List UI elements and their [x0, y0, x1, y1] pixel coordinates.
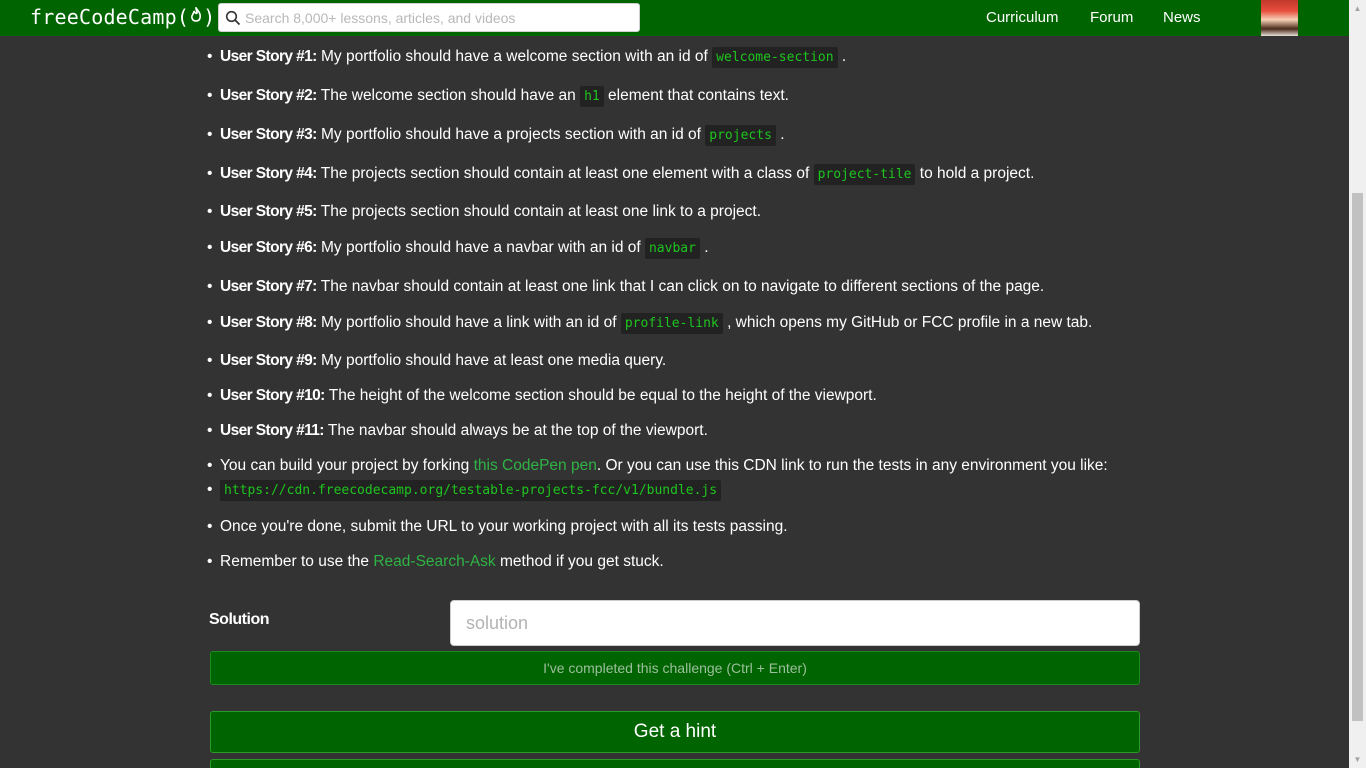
code-snippet: profile-link: [620, 313, 723, 334]
story-label: User Story #8:: [220, 314, 317, 331]
list-item-cdn: https://cdn.freecodecamp.org/testable-pr…: [207, 480, 722, 501]
list-item: User Story #9: My portfolio should have …: [207, 352, 667, 370]
next-button[interactable]: [210, 759, 1140, 768]
codepen-text: You can build your project by forking: [220, 457, 474, 474]
story-label: User Story #5:: [220, 203, 317, 220]
story-text: The welcome section should have an: [316, 87, 581, 104]
story-label: User Story #3:: [220, 126, 317, 143]
story-text: My portfolio should have a projects sect…: [316, 126, 706, 143]
story-text: My portfolio should have at least one me…: [316, 352, 667, 369]
story-label: User Story #1:: [220, 48, 317, 65]
solution-label: Solution: [209, 611, 269, 628]
read-search-ask-link[interactable]: Read-Search-Ask: [373, 553, 495, 570]
story-text: The projects section should contain at l…: [316, 203, 762, 220]
done-text: Once you're done, submit the URL to your…: [220, 518, 788, 535]
nav-link-curriculum[interactable]: Curriculum: [986, 9, 1059, 26]
story-label: User Story #9:: [220, 352, 317, 369]
list-item: User Story #11: The navbar should always…: [207, 422, 708, 440]
top-navbar: freeCodeCamp() Curriculum Forum News: [0, 0, 1349, 36]
nav-link-forum[interactable]: Forum: [1090, 9, 1133, 26]
story-text: The navbar should always be at the top o…: [323, 422, 708, 439]
story-text: The height of the welcome section should…: [324, 387, 877, 404]
list-item: User Story #7: The navbar should contain…: [207, 278, 1045, 296]
cdn-link-code: https://cdn.freecodecamp.org/testable-pr…: [220, 480, 722, 501]
complete-challenge-button[interactable]: I've completed this challenge (Ctrl + En…: [210, 651, 1140, 685]
list-item: User Story #4: The projects section shou…: [207, 164, 1035, 185]
story-text: My portfolio should have a navbar with a…: [316, 239, 645, 256]
get-hint-button[interactable]: Get a hint: [210, 711, 1140, 753]
story-label: User Story #4:: [220, 165, 317, 182]
list-item: User Story #10: The height of the welcom…: [207, 387, 877, 405]
story-text: .: [699, 239, 709, 256]
search-input[interactable]: [245, 9, 635, 26]
list-item: User Story #8: My portfolio should have …: [207, 313, 1093, 334]
story-text: to hold a project.: [915, 165, 1035, 182]
list-item: Remember to use the Read-Search-Ask meth…: [207, 553, 664, 571]
codepen-text: . Or you can use this CDN link to run th…: [596, 457, 1108, 474]
story-label: User Story #7:: [220, 278, 317, 295]
list-item: User Story #5: The projects section shou…: [207, 203, 762, 221]
story-text: , which opens my GitHub or FCC profile i…: [722, 314, 1093, 331]
story-text: .: [775, 126, 785, 143]
scrollbar[interactable]: ▲ ▼: [1349, 0, 1366, 768]
logo-text: freeCodeCamp(: [30, 5, 190, 29]
story-text: My portfolio should have a welcome secti…: [316, 48, 713, 65]
search-icon: [225, 10, 241, 25]
codepen-link[interactable]: this CodePen pen: [474, 457, 597, 474]
avatar[interactable]: [1261, 0, 1298, 36]
story-text: The navbar should contain at least one l…: [316, 278, 1045, 295]
story-text: .: [837, 48, 847, 65]
list-item: User Story #2: The welcome section shoul…: [207, 86, 789, 107]
freecodecamp-logo[interactable]: freeCodeCamp(): [30, 5, 215, 29]
story-label: User Story #6:: [220, 239, 317, 256]
scroll-down-icon[interactable]: ▼: [1349, 751, 1366, 768]
rsa-text: Remember to use the: [220, 553, 374, 570]
story-label: User Story #2:: [220, 87, 317, 104]
code-snippet: h1: [580, 86, 604, 107]
list-item: User Story #1: My portfolio should have …: [207, 47, 847, 68]
nav-link-news[interactable]: News: [1163, 9, 1201, 26]
story-text: The projects section should contain at l…: [316, 165, 814, 182]
list-item: Once you're done, submit the URL to your…: [207, 518, 788, 536]
story-label: User Story #10:: [220, 387, 325, 404]
search-box[interactable]: [218, 3, 640, 32]
scrollbar-thumb[interactable]: [1352, 193, 1363, 721]
list-item: User Story #3: My portfolio should have …: [207, 125, 785, 146]
code-snippet: projects: [705, 125, 776, 146]
rsa-text: method if you get stuck.: [495, 553, 664, 570]
code-snippet: project-tile: [813, 164, 916, 185]
solution-input[interactable]: [450, 600, 1140, 646]
story-text: element that contains text.: [603, 87, 789, 104]
scroll-up-icon[interactable]: ▲: [1349, 0, 1366, 17]
list-item: You can build your project by forking th…: [207, 457, 1108, 475]
flame-icon: [189, 5, 203, 28]
code-snippet: welcome-section: [712, 47, 838, 68]
story-text: My portfolio should have a link with an …: [316, 314, 621, 331]
logo-text-end: ): [203, 5, 216, 29]
list-item: User Story #6: My portfolio should have …: [207, 238, 709, 259]
code-snippet: navbar: [644, 238, 700, 259]
story-label: User Story #11:: [220, 422, 324, 439]
